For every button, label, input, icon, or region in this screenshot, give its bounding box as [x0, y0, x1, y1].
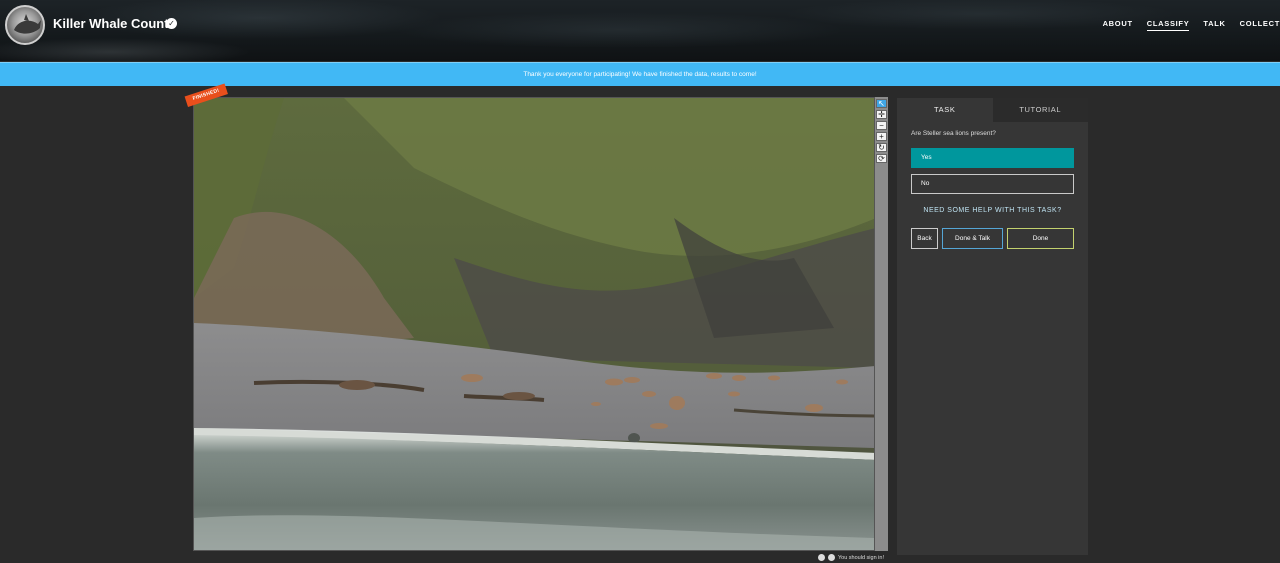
project-title[interactable]: Killer Whale Count: [53, 16, 169, 31]
move-icon[interactable]: ✛: [876, 110, 887, 119]
nav-collect[interactable]: COLLECT: [1240, 19, 1280, 31]
reset-icon[interactable]: ⟳: [876, 154, 887, 163]
tab-task[interactable]: TASK: [897, 98, 993, 122]
pointer-icon[interactable]: ↖: [876, 99, 887, 108]
help-link[interactable]: NEED SOME HELP WITH THIS TASK?: [897, 207, 1088, 214]
done-button[interactable]: Done: [1007, 228, 1074, 249]
done-and-talk-button[interactable]: Done & Talk: [942, 228, 1003, 249]
info-icon[interactable]: [828, 554, 835, 561]
announcement-banner: Thank you everyone for participating! We…: [0, 62, 1280, 86]
viewer-footer: You should sign in!: [818, 553, 884, 562]
zoom-in-icon[interactable]: +: [876, 132, 887, 141]
back-button[interactable]: Back: [911, 228, 938, 249]
rotate-icon[interactable]: ↻: [876, 143, 887, 152]
nav-classify[interactable]: CLASSIFY: [1146, 19, 1190, 31]
project-nav: ABOUT CLASSIFY TALK COLLECT: [1089, 19, 1280, 31]
task-tabs: TASK TUTORIAL: [897, 98, 1088, 122]
whale-logo-icon: [14, 14, 41, 34]
zoom-out-icon[interactable]: −: [876, 121, 887, 130]
task-question: Are Steller sea lions present?: [911, 130, 996, 137]
tab-tutorial[interactable]: TUTORIAL: [992, 98, 1088, 122]
site-header: Killer Whale Count ✓ ABOUT CLASSIFY TALK…: [0, 0, 1280, 61]
subject-viewer[interactable]: [193, 97, 875, 551]
answer-no[interactable]: No: [911, 174, 1074, 194]
viewer-toolbar: ↖ ✛ − + ↻ ⟳: [875, 97, 888, 551]
answer-yes[interactable]: Yes: [911, 148, 1074, 168]
sign-in-hint[interactable]: You should sign in!: [838, 555, 884, 561]
nav-about[interactable]: ABOUT: [1103, 19, 1133, 31]
verified-badge-icon: ✓: [166, 18, 177, 29]
nav-talk[interactable]: TALK: [1203, 19, 1225, 31]
contrast-icon[interactable]: [818, 554, 825, 561]
subject-image[interactable]: [194, 98, 875, 551]
project-avatar[interactable]: [5, 5, 45, 45]
task-panel: TASK TUTORIAL Are Steller sea lions pres…: [897, 98, 1088, 555]
